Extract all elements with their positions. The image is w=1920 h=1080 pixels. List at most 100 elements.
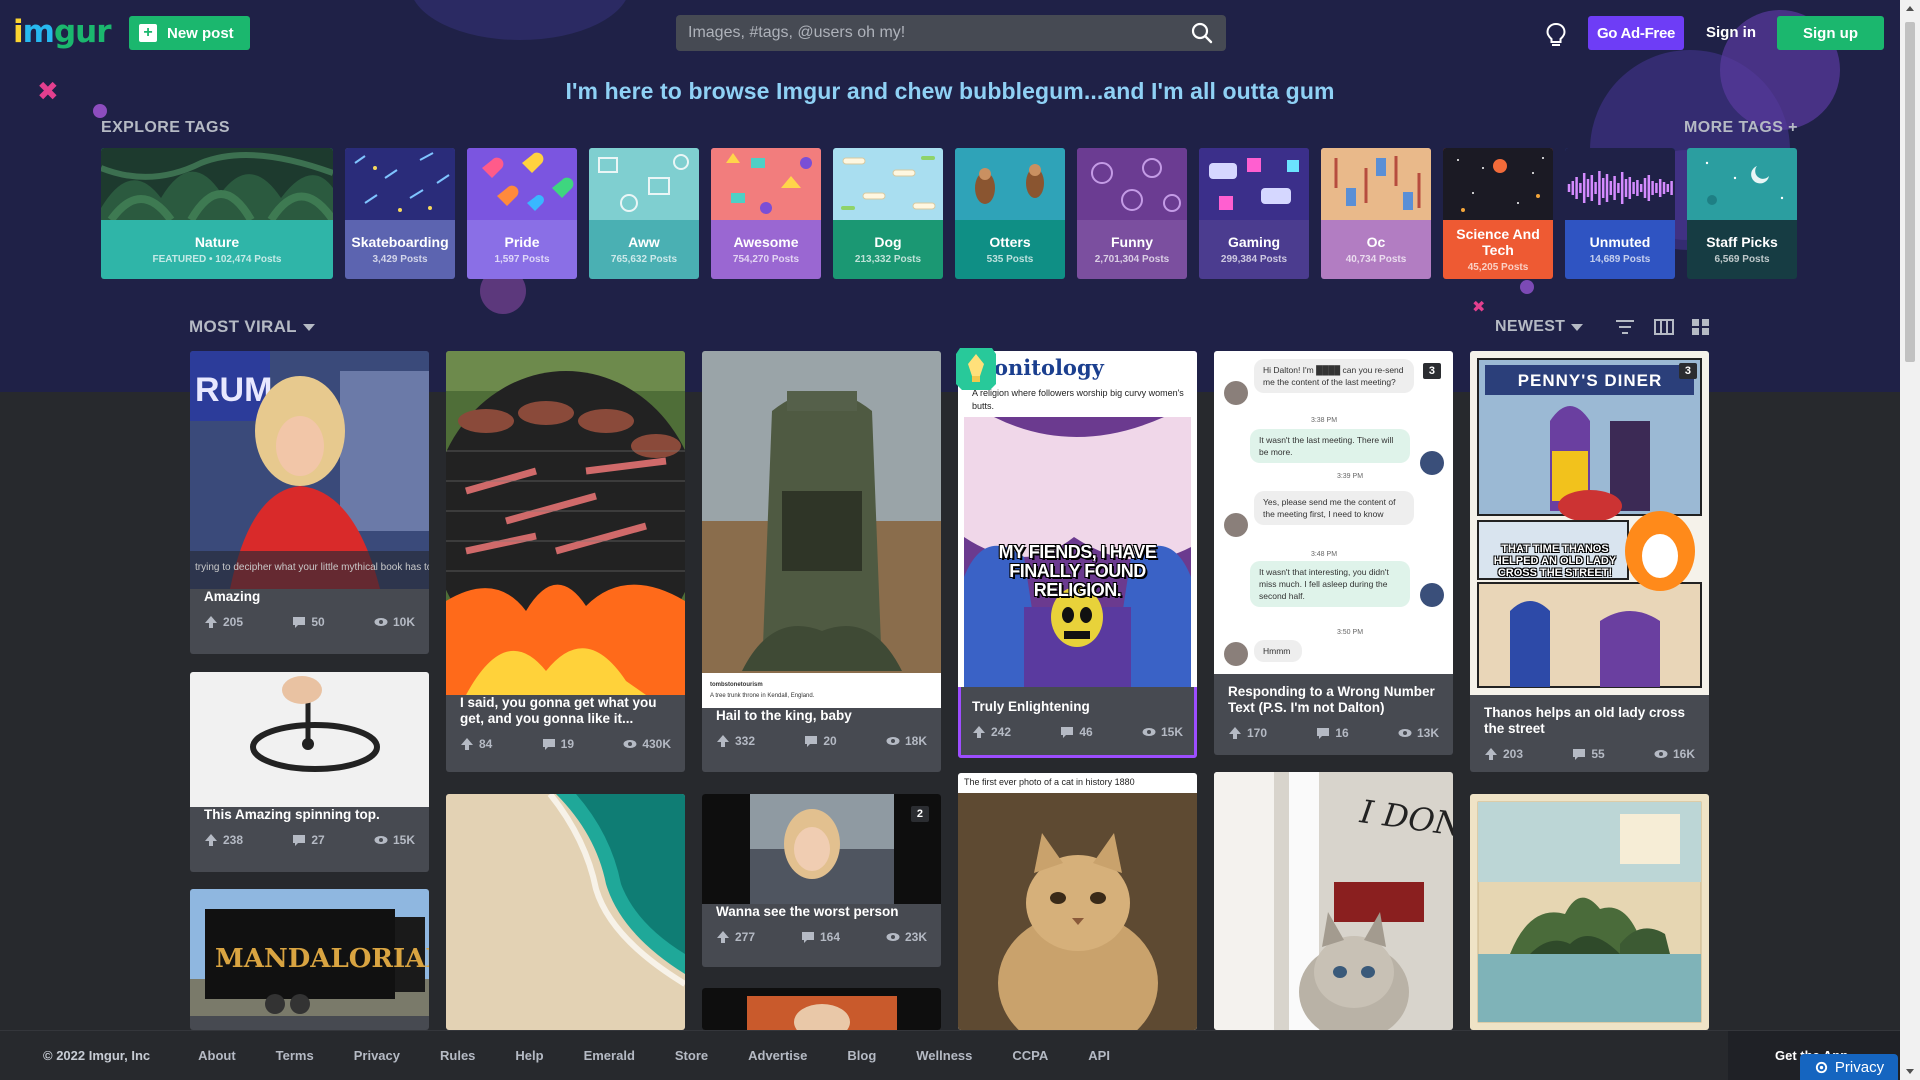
upvote-icon[interactable]: [204, 833, 218, 847]
post-image: PENNY'S DINER THAT TIME THANOS HELPED AN…: [1470, 351, 1709, 695]
tagline: I'm here to browse Imgur and chew bubble…: [565, 78, 1335, 104]
search-icon[interactable]: [1190, 21, 1214, 45]
sign-in-link[interactable]: Sign in: [1706, 24, 1756, 41]
plus-icon: +: [139, 24, 157, 42]
tag-count: 213,332 Posts: [854, 254, 922, 265]
avatar: [1420, 451, 1444, 475]
post-card[interactable]: Hi Dalton! I'm ████ can you re-send me t…: [1214, 351, 1453, 755]
tag-tile-nature[interactable]: Nature FEATURED • 102,474 Posts: [101, 148, 333, 279]
post-card[interactable]: PENNY'S DINER THAT TIME THANOS HELPED AN…: [1470, 351, 1709, 772]
post-card[interactable]: I DON'T HOW: [1214, 772, 1453, 1030]
post-image: MANDALORIAN: [190, 889, 429, 1016]
comment-count: 46: [1079, 725, 1093, 739]
footer-link-wellness[interactable]: Wellness: [916, 1048, 972, 1063]
upvote-icon[interactable]: [1228, 726, 1242, 740]
tag-count: 765,632 Posts: [610, 254, 678, 265]
footer-link-privacy[interactable]: Privacy: [354, 1048, 400, 1063]
footer-link-store[interactable]: Store: [675, 1048, 708, 1063]
post-card[interactable]: I said, you gonna get what you get, and …: [446, 351, 685, 772]
footer-link-advertise[interactable]: Advertise: [748, 1048, 807, 1063]
new-post-button[interactable]: + New post: [129, 16, 250, 50]
upvote-icon[interactable]: [460, 737, 474, 751]
privacy-label: Privacy: [1834, 1058, 1885, 1076]
tag-name: Funny: [1111, 234, 1153, 250]
chat-timestamp: 3:50 PM: [1336, 629, 1364, 636]
post-card[interactable]: tombstonetourism A tree trunk throne in …: [702, 351, 941, 772]
tag-tile-oc[interactable]: Oc 40,734 Posts: [1321, 148, 1431, 279]
post-card[interactable]: RUM trying to decipher what your little …: [190, 351, 429, 654]
image-text: MANDALORIAN: [215, 944, 429, 974]
chat-bubble: Hmmm: [1254, 640, 1302, 662]
go-ad-free-button[interactable]: Go Ad-Free: [1588, 16, 1684, 50]
post-card-featured[interactable]: onitology A religion where followers wor…: [958, 351, 1197, 758]
tag-tile-staff-picks[interactable]: Staff Picks 6,569 Posts: [1687, 148, 1797, 279]
comic-caption: THAT TIME THANOS HELPED AN OLD LADY CROS…: [1493, 543, 1617, 579]
post-card[interactable]: 2 Wanna see the worst person 277 164 23K: [702, 794, 941, 967]
post-title: Hail to the king, baby: [716, 708, 852, 723]
footer-link-terms[interactable]: Terms: [276, 1048, 314, 1063]
uniform-grid-icon[interactable]: [1654, 318, 1674, 336]
post-stats: 277 164 23K: [716, 930, 927, 944]
tag-tile-science-and-tech[interactable]: Science And Tech 45,205 Posts: [1443, 148, 1553, 279]
page-scrollbar[interactable]: [1900, 0, 1920, 1080]
post-title: I said, you gonna get what you get, and …: [460, 695, 657, 726]
tag-art: [955, 148, 1065, 220]
upvote-icon[interactable]: [716, 930, 730, 944]
upvote-icon[interactable]: [716, 734, 730, 748]
scroll-down-arrow-icon[interactable]: [1906, 1069, 1914, 1074]
footer-link-rules[interactable]: Rules: [440, 1048, 475, 1063]
search-input[interactable]: [688, 24, 1190, 42]
tag-tile-gaming[interactable]: Gaming 299,384 Posts: [1199, 148, 1309, 279]
lightbulb-icon[interactable]: [1544, 22, 1568, 48]
sort-dropdown[interactable]: NEWEST: [1495, 318, 1584, 336]
post-stats: 203 55 16K: [1484, 747, 1695, 761]
post-card[interactable]: The first ever photo of a cat in history…: [958, 773, 1197, 1030]
view-count: 15K: [392, 833, 415, 847]
filter-icon[interactable]: [1615, 318, 1635, 336]
tag-count: 45,205 Posts: [1467, 262, 1529, 273]
upvote-icon[interactable]: [1484, 747, 1498, 761]
post-card[interactable]: [1470, 794, 1709, 1030]
section-label: MOST VIRAL: [189, 317, 297, 336]
tag-name: Skateboarding: [351, 234, 449, 250]
tag-tile-skateboarding[interactable]: Skateboarding 3,429 Posts: [345, 148, 455, 279]
footer-link-about[interactable]: About: [198, 1048, 236, 1063]
scroll-up-arrow-icon[interactable]: [1906, 6, 1914, 11]
tag-tile-unmuted[interactable]: Unmuted 14,689 Posts: [1565, 148, 1675, 279]
tag-tile-pride[interactable]: Pride 1,597 Posts: [467, 148, 577, 279]
waterfall-grid-icon[interactable]: [1691, 318, 1711, 336]
post-card[interactable]: [702, 988, 941, 1030]
tag-tile-awesome[interactable]: Awesome 754,270 Posts: [711, 148, 821, 279]
comment-count: 20: [823, 734, 837, 748]
tag-tile-otters[interactable]: Otters 535 Posts: [955, 148, 1065, 279]
image-count-badge: 2: [910, 806, 929, 822]
post-card[interactable]: This Amazing spinning top. 238 27 15K: [190, 672, 429, 872]
tag-count: FEATURED • 102,474 Posts: [152, 254, 282, 265]
upvote-icon[interactable]: [204, 615, 218, 629]
privacy-button[interactable]: Privacy: [1800, 1054, 1898, 1080]
eye-icon: [1142, 728, 1156, 736]
more-tags-link[interactable]: MORE TAGS +: [1684, 119, 1798, 137]
imgur-logo[interactable]: imgur: [13, 14, 112, 50]
footer-link-emerald[interactable]: Emerald: [584, 1048, 635, 1063]
most-viral-dropdown[interactable]: MOST VIRAL: [189, 317, 315, 337]
footer-link-ccpa[interactable]: CCPA: [1012, 1048, 1048, 1063]
post-image: [1470, 794, 1709, 1030]
cat-photo: [958, 793, 1197, 1030]
scrollbar-thumb[interactable]: [1905, 22, 1915, 362]
comment-icon: [801, 932, 814, 943]
tag-tile-aww[interactable]: Aww 765,632 Posts: [589, 148, 699, 279]
eye-icon: [886, 933, 900, 941]
chat-timestamp: 3:38 PM: [1310, 417, 1338, 424]
footer-link-help[interactable]: Help: [515, 1048, 543, 1063]
sign-up-button[interactable]: Sign up: [1777, 16, 1884, 50]
upvote-icon[interactable]: [972, 725, 986, 739]
post-card[interactable]: [446, 794, 685, 1030]
tag-tile-dog[interactable]: Dog 213,332 Posts: [833, 148, 943, 279]
footer-link-blog[interactable]: Blog: [847, 1048, 876, 1063]
tag-tile-funny[interactable]: Funny 2,701,304 Posts: [1077, 148, 1187, 279]
comment-icon: [1573, 749, 1586, 760]
source-strip: tombstonetourism A tree trunk throne in …: [702, 673, 941, 708]
post-card[interactable]: MANDALORIAN: [190, 889, 429, 1030]
footer-link-api[interactable]: API: [1088, 1048, 1110, 1063]
